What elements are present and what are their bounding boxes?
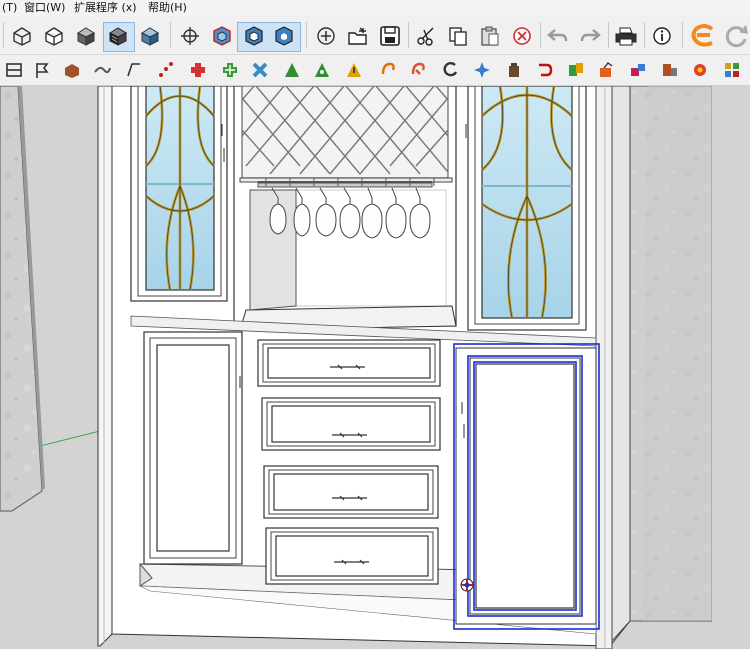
wireframe-style-icon[interactable] bbox=[10, 25, 34, 47]
plugin-tool-2-icon[interactable] bbox=[32, 60, 52, 80]
viewport-canvas bbox=[0, 86, 750, 649]
open-file-icon[interactable] bbox=[346, 25, 370, 47]
add-location-icon[interactable] bbox=[314, 25, 338, 47]
plugin-tool-9-icon[interactable] bbox=[250, 60, 270, 80]
plugin-tool-5-icon[interactable] bbox=[124, 60, 144, 80]
menu-window[interactable]: 窗口(W) bbox=[24, 0, 65, 16]
plugin-tool-13-icon[interactable] bbox=[378, 60, 398, 80]
copy-icon[interactable] bbox=[446, 25, 470, 47]
erase-icon[interactable] bbox=[510, 25, 534, 47]
shaded-textures-style-icon[interactable] bbox=[106, 25, 130, 47]
drawer-2[interactable] bbox=[261, 397, 441, 451]
plugin-tool-17-icon[interactable] bbox=[504, 60, 524, 80]
plugins-toolbar bbox=[0, 55, 750, 86]
plugin-tool-1-icon[interactable] bbox=[4, 60, 24, 80]
plugin-tool-10-icon[interactable] bbox=[282, 60, 302, 80]
plugin-tool-20-icon[interactable] bbox=[596, 60, 616, 80]
wine-rack-niche bbox=[221, 86, 457, 331]
plugin-tool-3-icon[interactable] bbox=[62, 60, 82, 80]
right-lower-door[interactable] bbox=[455, 347, 597, 625]
drawer-1[interactable] bbox=[257, 339, 441, 387]
plugin-tool-4-icon[interactable] bbox=[92, 60, 112, 80]
monochrome-style-icon[interactable] bbox=[138, 25, 162, 47]
component-blue-icon[interactable] bbox=[210, 25, 234, 47]
plugin-tool-14-icon[interactable] bbox=[408, 60, 428, 80]
wine-cabinet[interactable] bbox=[97, 86, 631, 649]
plugin-tool-7-icon[interactable] bbox=[188, 60, 208, 80]
model-info-icon[interactable] bbox=[650, 25, 674, 47]
plugin-tool-22-icon[interactable] bbox=[660, 60, 680, 80]
plugin-tool-18-icon[interactable] bbox=[534, 60, 554, 80]
plugin-tool-21-icon[interactable] bbox=[628, 60, 648, 80]
shaded-style-icon[interactable] bbox=[74, 25, 98, 47]
plugin-tool-8-icon[interactable] bbox=[220, 60, 240, 80]
save-icon[interactable] bbox=[378, 25, 402, 47]
menu-bar: (T) 窗口(W) 扩展程序 (x) 帮助(H) bbox=[0, 0, 750, 16]
main-toolbar bbox=[0, 16, 750, 55]
redo-icon[interactable] bbox=[578, 25, 602, 47]
model-viewport[interactable] bbox=[0, 86, 750, 649]
plugin-tool-15-icon[interactable] bbox=[440, 60, 460, 80]
paste-icon[interactable] bbox=[478, 25, 502, 47]
component-outline-icon[interactable] bbox=[272, 25, 296, 47]
left-lower-door[interactable] bbox=[143, 331, 243, 565]
plugin-tool-12-icon[interactable] bbox=[344, 60, 364, 80]
print-icon[interactable] bbox=[614, 25, 638, 47]
plugin-tool-11-icon[interactable] bbox=[312, 60, 332, 80]
menu-tools[interactable]: (T) bbox=[2, 0, 17, 16]
right-glass-door[interactable] bbox=[465, 86, 587, 331]
plugin-tool-6-icon[interactable] bbox=[156, 60, 176, 80]
cut-icon[interactable] bbox=[414, 25, 438, 47]
plugin-tool-23-icon[interactable] bbox=[690, 60, 710, 80]
left-glass-door[interactable] bbox=[130, 86, 228, 302]
xray-crosshair-icon[interactable] bbox=[178, 25, 202, 47]
move-cursor-icon bbox=[460, 578, 474, 592]
component-active-icon[interactable] bbox=[242, 25, 266, 47]
plugin-tool-16-icon[interactable] bbox=[472, 60, 492, 80]
drawer-3[interactable] bbox=[263, 465, 439, 519]
hidden-line-style-icon[interactable] bbox=[42, 25, 66, 47]
plugin-tool-19-icon[interactable] bbox=[566, 60, 586, 80]
drawer-4[interactable] bbox=[265, 527, 439, 585]
extension-logo-icon[interactable] bbox=[690, 23, 718, 49]
undo-icon[interactable] bbox=[546, 25, 570, 47]
menu-help[interactable]: 帮助(H) bbox=[148, 0, 187, 16]
refresh-icon[interactable] bbox=[722, 23, 750, 49]
menu-extensions[interactable]: 扩展程序 (x) bbox=[74, 0, 137, 16]
plugin-tool-24-icon[interactable] bbox=[722, 60, 742, 80]
